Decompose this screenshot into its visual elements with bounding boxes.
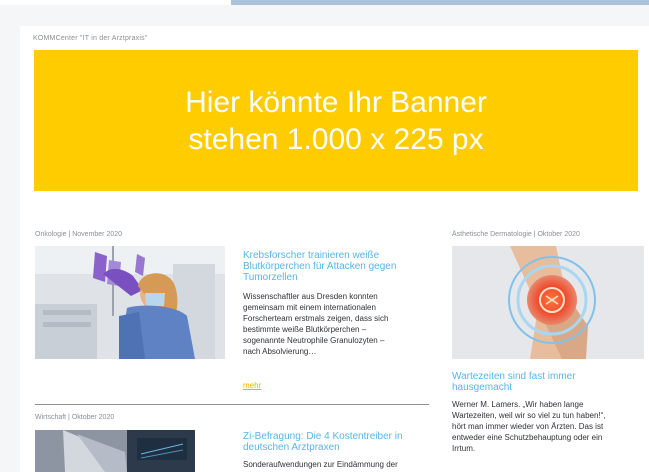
teaser-line: Wissenschaftler aus Dresden konnten [243,292,378,301]
more-link[interactable]: mehr [243,381,261,390]
title-line: Wartezeiten sind fast immer [452,371,576,382]
title-line: Krebsforscher trainieren weiße [243,250,380,261]
article-teaser-cost-drivers: Sonderaufwendungen zur Eindämmung der [243,459,443,470]
ad-banner[interactable]: Hier könnte Ihr Banner stehen 1.000 x 22… [34,50,638,191]
teaser-line: Werner M. Lamers. „Wir haben lange [452,400,584,409]
banner-text-line-1: Hier könnte Ihr Banner [185,85,487,119]
article-image-finance[interactable] [35,430,195,472]
title-line: hausgemacht [452,382,513,393]
title-line: deutschen Arztpraxen [243,442,340,453]
article-divider [35,404,429,405]
article-title-cancer-research[interactable]: Krebsforscher trainieren weiße Blutkörpe… [243,250,433,283]
teaser-line: bestimmte weiße Blutkörperchen – [243,325,367,334]
teaser-line: nach Absolvierung… [243,347,317,356]
title-line: Zi-Befragung: Die 4 Kostentreiber in [243,431,403,442]
article-teaser-cancer-research: Wissenschaftler aus Dresden konnten geme… [243,291,433,357]
article-meta-dermatology: Ästhetische Dermatologie | Oktober 2020 [452,231,580,238]
article-meta-oncology: Onkologie | November 2020 [35,231,123,238]
top-accent-strip [231,0,649,5]
teaser-line: Sonderaufwendungen zur Eindämmung der [243,460,398,469]
knee-photo-image [452,246,644,359]
teaser-line: entweder eine Schutzbehauptung oder ein [452,433,603,442]
title-line: Tumorzellen [243,272,298,283]
article-image-knee[interactable] [452,246,644,359]
top-strip [0,0,231,5]
article-teaser-waiting-times: Werner M. Lamers. „Wir haben lange Warte… [452,399,646,454]
title-line: Blutkörperchen für Attacken gegen [243,261,397,272]
lab-photo-image [35,246,225,359]
section-kicker: KOMMCenter "IT in der Arztpraxis" [33,35,148,42]
article-meta-economy: Wirtschaft | Oktober 2020 [35,414,115,421]
teaser-line: Forscherteam erstmals zeigen, dass sich [243,314,389,323]
finance-photo-image [35,430,195,472]
page-content: KOMMCenter "IT in der Arztpraxis" Hier k… [20,26,649,472]
teaser-line: Irrtum. [452,444,476,453]
article-image-lab[interactable] [35,246,225,359]
article-title-cost-drivers[interactable]: Zi-Befragung: Die 4 Kostentreiber in deu… [243,431,443,453]
banner-text-line-2: stehen 1.000 x 225 px [188,122,484,156]
article-title-waiting-times[interactable]: Wartezeiten sind fast immer hausgemacht [452,371,644,393]
teaser-line: Wartezeiten, weil wir so viel zu tun hab… [452,411,606,420]
teaser-line: gemeinsam mit einem internationalen [243,303,376,312]
teaser-line: sogenannte Neutrophile Granulozyten – [243,336,385,345]
teaser-line: hört man immer wieder von Ärzten. Das is… [452,422,604,431]
